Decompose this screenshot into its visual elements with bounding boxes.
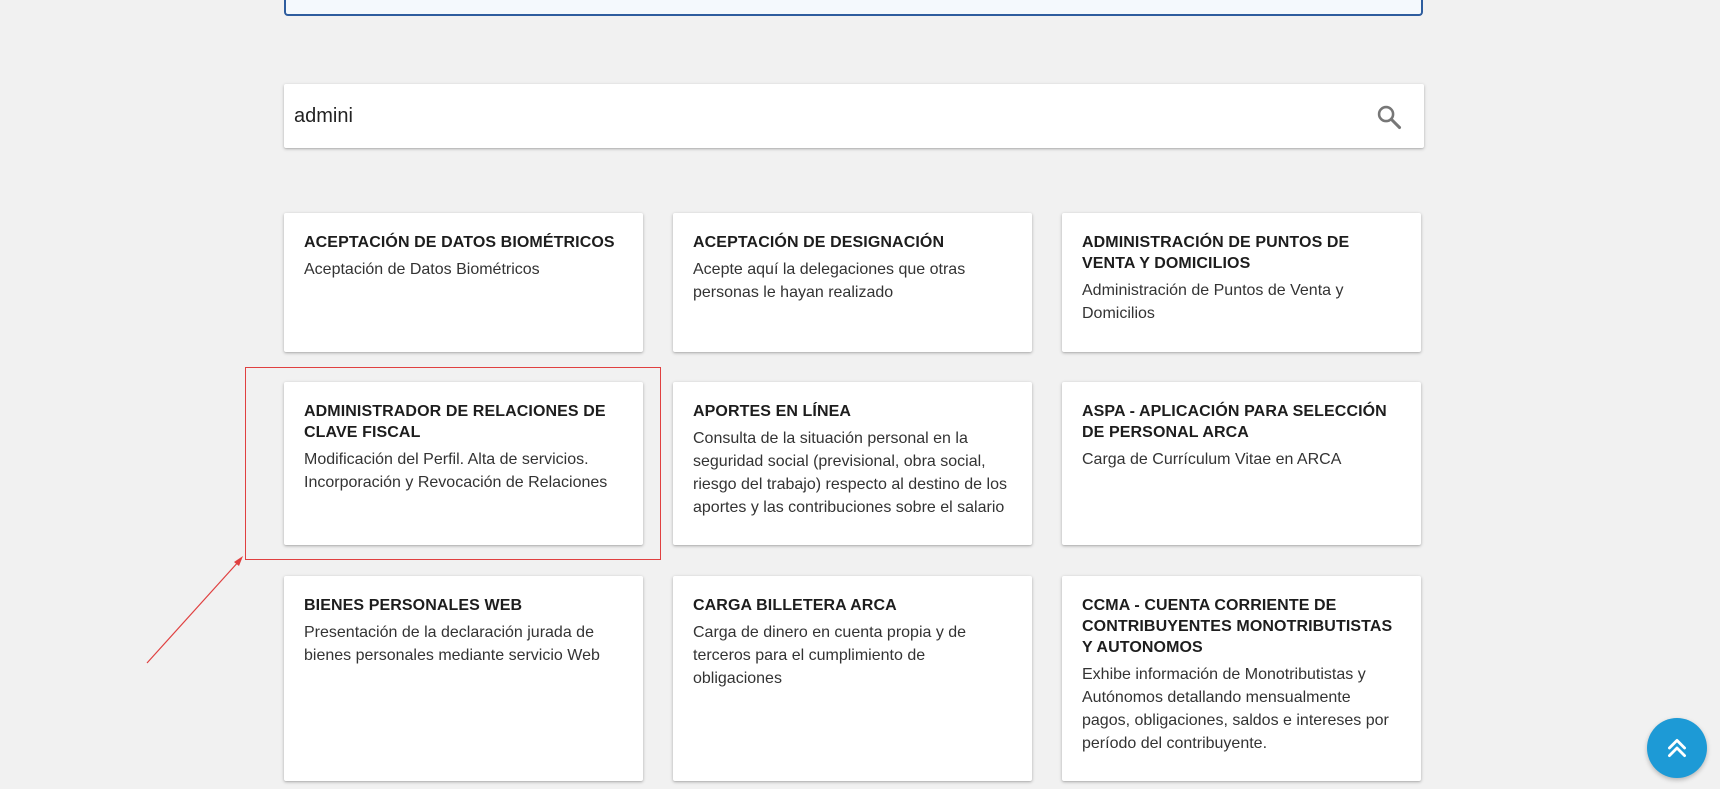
service-card[interactable]: ACEPTACIÓN DE DATOS BIOMÉTRICOS Aceptaci… [284,213,643,352]
service-card[interactable]: ASPA - APLICACIÓN PARA SELECCIÓN DE PERS… [1062,382,1421,545]
card-description: Carga de Currículum Vitae en ARCA [1082,451,1342,468]
service-card[interactable]: ADMINISTRACIÓN DE PUNTOS DE VENTA Y DOMI… [1062,213,1421,352]
card-description: Carga de dinero en cuenta propia y de te… [693,624,967,687]
top-info-panel [284,0,1423,16]
card-title: BIENES PERSONALES WEB [304,597,523,614]
card-title: CCMA - CUENTA CORRIENTE DE CONTRIBUYENTE… [1082,597,1393,656]
service-card[interactable]: CCMA - CUENTA CORRIENTE DE CONTRIBUYENTE… [1062,576,1421,781]
card-description: Acepte aquí la delegaciones que otras pe… [693,261,966,301]
card-description: Consulta de la situación personal en la … [693,430,1007,516]
search-bar[interactable] [284,84,1424,148]
card-description: Aceptación de Datos Biométricos [304,261,540,278]
card-title: ADMINISTRACIÓN DE PUNTOS DE VENTA Y DOMI… [1082,234,1350,272]
card-title: CARGA BILLETERA ARCA [693,597,897,614]
card-description: Modificación del Perfil. Alta de servici… [304,451,608,491]
search-icon[interactable] [1375,103,1403,131]
double-chevron-up-icon [1668,739,1686,757]
card-description: Administración de Puntos de Venta y Domi… [1082,282,1344,322]
card-title: ACEPTACIÓN DE DATOS BIOMÉTRICOS [304,234,615,251]
card-title: APORTES EN LÍNEA [693,403,852,420]
service-card[interactable]: ACEPTACIÓN DE DESIGNACIÓN Acepte aquí la… [673,213,1032,352]
card-title: ADMINISTRADOR DE RELACIONES DE CLAVE FIS… [304,403,606,441]
search-input[interactable] [294,96,1354,136]
service-card-clave-fiscal[interactable]: ADMINISTRADOR DE RELACIONES DE CLAVE FIS… [284,382,643,545]
card-title: ASPA - APLICACIÓN PARA SELECCIÓN DE PERS… [1082,403,1387,441]
service-card[interactable]: CARGA BILLETERA ARCA Carga de dinero en … [673,576,1032,781]
card-description: Exhibe información de Monotributistas y … [1082,666,1389,752]
card-title: ACEPTACIÓN DE DESIGNACIÓN [693,234,945,251]
service-card[interactable]: BIENES PERSONALES WEB Presentación de la… [284,576,643,781]
service-card[interactable]: APORTES EN LÍNEA Consulta de la situació… [673,382,1032,545]
card-description: Presentación de la declaración jurada de… [304,624,600,664]
scroll-to-top-button[interactable] [1647,718,1707,778]
